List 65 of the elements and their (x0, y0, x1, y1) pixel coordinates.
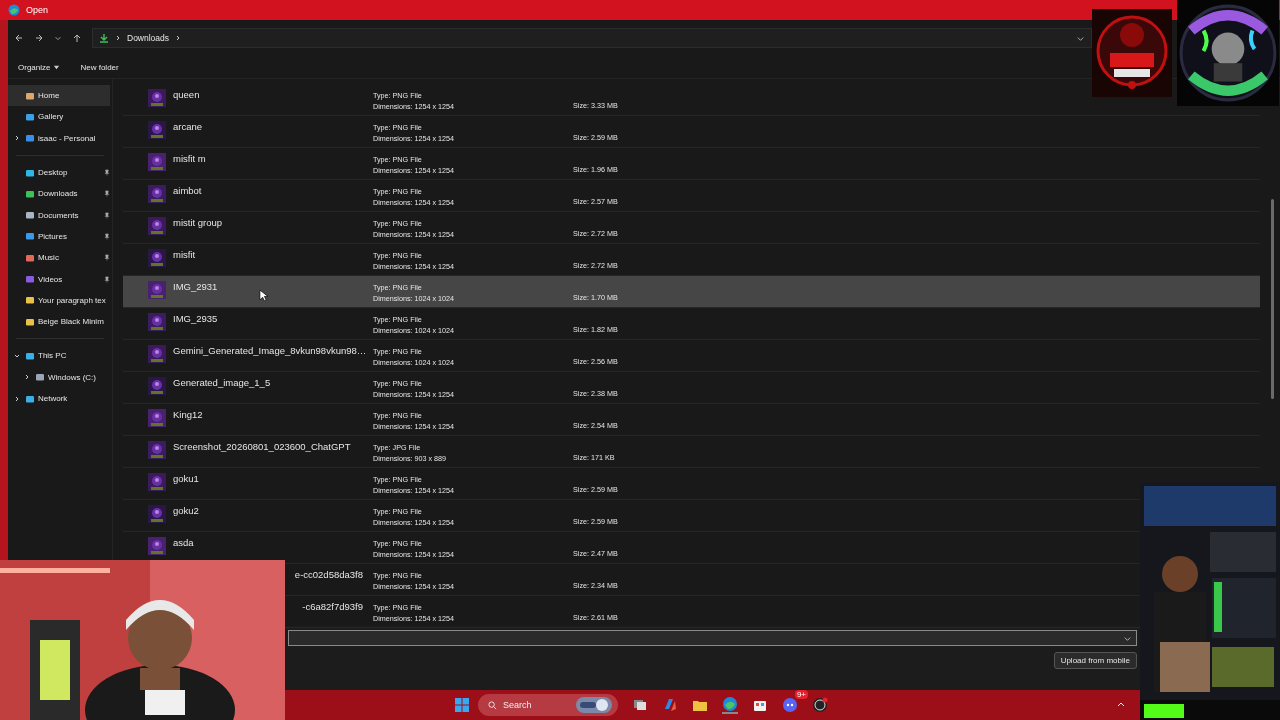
sidebar-item[interactable]: Downloads (8, 183, 110, 205)
file-name[interactable]: IMG_2931 (173, 281, 363, 292)
forward-icon[interactable] (34, 33, 44, 43)
file-name[interactable]: -c6a82f7d93f9 (302, 601, 363, 612)
chevron-right-icon (115, 35, 121, 41)
pin-icon[interactable] (103, 275, 110, 283)
file-name[interactable]: Screenshot_20260801_023600_ChatGPT (173, 441, 363, 452)
chevron-right-icon (175, 35, 182, 41)
file-name[interactable]: King12 (173, 409, 363, 420)
sidebar-item[interactable]: Windows (C:) (8, 366, 110, 388)
file-name[interactable]: mistit group (173, 217, 363, 228)
file-name[interactable]: Gemini_Generated_Image_8vkun98vkun98… (173, 345, 363, 356)
task-view-icon[interactable] (632, 697, 648, 713)
organize-button[interactable]: Organize (12, 60, 67, 74)
browser-icon[interactable] (722, 696, 738, 714)
new-folder-button[interactable]: New folder (74, 60, 125, 74)
collapse-icon[interactable] (14, 352, 20, 359)
window-title: Open (26, 5, 49, 15)
pin-icon[interactable] (103, 169, 110, 177)
pin-icon[interactable] (103, 190, 110, 198)
cursor-icon (259, 289, 268, 302)
address-bar[interactable]: Downloads (92, 28, 1092, 48)
sidebar-item[interactable]: isaac - Personal (8, 127, 110, 149)
sidebar-item[interactable]: This PC (8, 345, 110, 367)
file-name-field[interactable] (288, 630, 1137, 646)
search-icon (488, 700, 497, 710)
browser-icon (8, 4, 20, 16)
file-name[interactable]: Generated_image_1_5 (173, 377, 363, 388)
file-name[interactable]: goku2 (173, 505, 363, 516)
upload-button[interactable]: Upload from mobile (1053, 652, 1137, 669)
sidebar-item[interactable]: Beige Black Minim (8, 310, 110, 333)
pin-icon[interactable] (103, 232, 110, 240)
file-name[interactable]: aimbot (173, 185, 363, 196)
file-name[interactable]: arcane (173, 121, 363, 132)
back-icon[interactable] (14, 33, 24, 43)
pin-icon[interactable] (103, 254, 110, 262)
sidebar-item[interactable]: Your paragraph tex (8, 289, 110, 311)
file-name[interactable]: asda (173, 537, 363, 548)
file-name[interactable]: queen (173, 89, 363, 100)
swirl-icon[interactable] (662, 697, 678, 713)
pin-icon[interactable] (103, 211, 110, 219)
sidebar-item[interactable]: Documents (8, 204, 110, 226)
file-name[interactable]: misfit (173, 249, 363, 260)
expand-icon[interactable] (14, 395, 20, 402)
breadcrumb[interactable]: Downloads (127, 33, 170, 43)
record-icon[interactable] (812, 697, 828, 713)
up-icon[interactable] (72, 33, 82, 43)
sidebar-item[interactable]: Pictures (8, 225, 110, 248)
scrollbar-thumb[interactable] (1271, 199, 1274, 399)
chat-app-icon[interactable] (782, 697, 798, 713)
sidebar-item[interactable]: Network (8, 387, 110, 410)
windows-icon[interactable] (454, 697, 470, 713)
sidebar-item[interactable]: Videos (8, 268, 110, 290)
file-name[interactable]: goku1 (173, 473, 363, 484)
sidebar-item[interactable]: Home (8, 85, 110, 107)
sidebar-item[interactable]: Gallery (8, 106, 110, 128)
sidebar-item[interactable]: Music (8, 247, 110, 269)
sidebar-item[interactable]: Desktop (8, 161, 110, 184)
file-name[interactable]: IMG_2935 (173, 313, 363, 324)
caret-icon (53, 63, 61, 71)
file-name[interactable]: misfit m (173, 153, 363, 164)
notification-badge: 9+ (794, 690, 808, 699)
file-name[interactable]: e-cc02d58da3f8 (294, 569, 363, 580)
expand-icon[interactable] (14, 135, 20, 142)
expand-icon[interactable] (24, 374, 30, 381)
